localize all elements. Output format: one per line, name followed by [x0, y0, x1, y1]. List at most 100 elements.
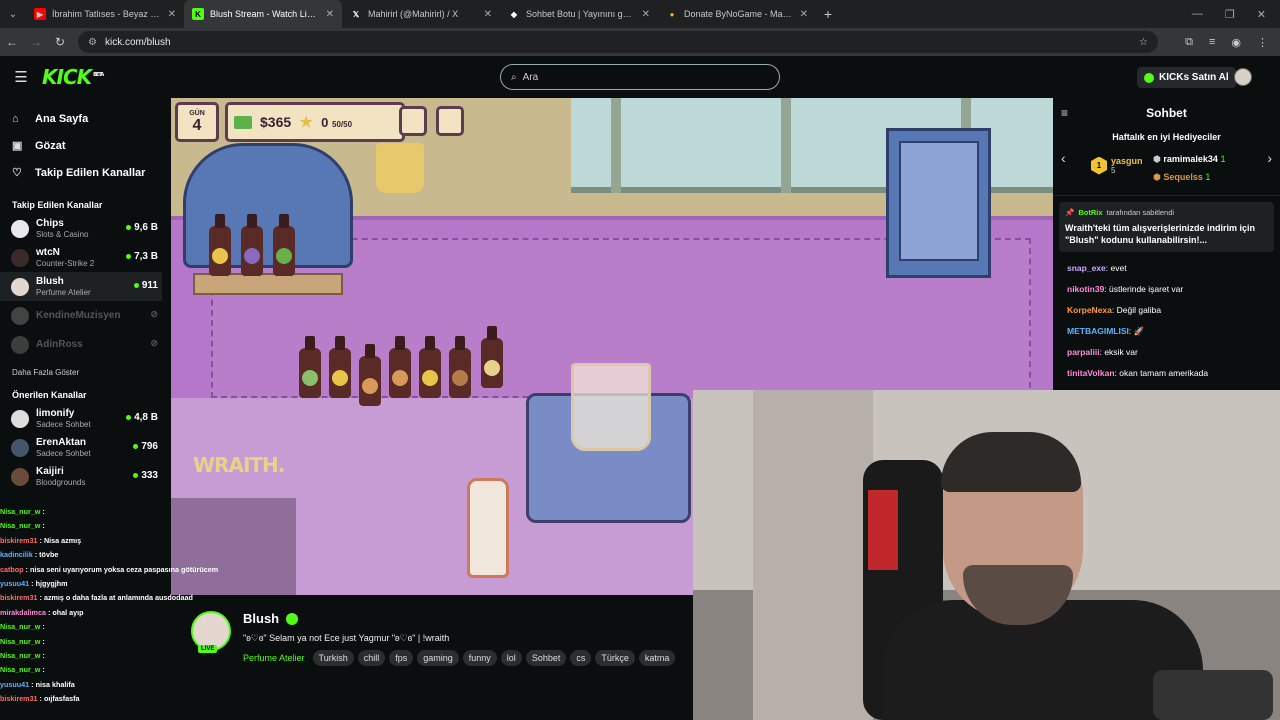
stream-title: "ʚ♡ɞ" Selam ya not Ece just Yagmur "ʚ♡ɞ"…	[243, 633, 450, 643]
forward-icon[interactable]: →	[24, 35, 48, 49]
essence-bottle[interactable]	[329, 336, 351, 398]
search-input[interactable]: ⌕ Ara	[500, 64, 780, 90]
chevron-right-icon[interactable]: ›	[1267, 150, 1272, 166]
browser-tab-botrix[interactable]: ◆Sohbet Botu | Yayınını güçlendir✕	[500, 0, 658, 28]
sidebar-channel-kaijiri[interactable]: Kaijiri Bloodgrounds 333	[0, 462, 170, 491]
chat-message: parpaliii: eksik var	[1067, 347, 1138, 357]
browser-toolbar: ⧉ ≡ ◉ ⋮	[1185, 36, 1280, 49]
tag-chip[interactable]: fps	[389, 650, 414, 666]
kick-logo[interactable]: KICK BETA	[42, 65, 104, 89]
essence-bottle[interactable]	[449, 336, 471, 398]
close-tab-icon[interactable]: ✕	[168, 9, 176, 20]
sidebar-channel-kendinemuzisyen[interactable]: KendineMuzisyen ⊘	[0, 301, 170, 330]
browser-tab-kick[interactable]: KBlush Stream - Watch Live on Kick✕	[184, 0, 342, 28]
reputation-star-icon	[299, 115, 313, 128]
tag-chip[interactable]: cs	[570, 650, 592, 666]
sidebar-channel-wtcn[interactable]: wtcN Counter-Strike 2 7,3 B	[0, 243, 170, 272]
essence-bottle[interactable]	[419, 336, 441, 398]
url-field[interactable]: ⚙ kick.com/blush ☆	[78, 31, 1158, 53]
heart-icon: ♡	[12, 167, 22, 179]
overlay-chat-line: Nisa_nur_w :	[0, 665, 45, 675]
tag-chip[interactable]: Turkish	[312, 650, 354, 666]
game-shop-button[interactable]	[436, 106, 464, 136]
browser-tab-youtube[interactable]: ▶İbrahim Tatlıses - Beyaz Mendil✕	[26, 0, 184, 28]
essence-bottle[interactable]	[241, 214, 263, 276]
essence-bottle[interactable]	[481, 326, 503, 388]
essence-bottle[interactable]	[273, 214, 295, 276]
sidebar-channel-chips[interactable]: Chips Slots & Casino 9,6 B	[0, 214, 170, 243]
minimize-icon[interactable]: —	[1192, 8, 1203, 21]
nav-browse[interactable]: ▣ Gözat	[0, 132, 170, 159]
avatar	[11, 335, 29, 354]
tag-chip[interactable]: lol	[500, 650, 522, 666]
bronze-medal-icon: ⬢	[1153, 172, 1161, 182]
tag-chip[interactable]: gaming	[417, 650, 459, 666]
hamburger-menu-icon[interactable]: ☰	[0, 68, 42, 86]
new-tab-button[interactable]: +	[816, 6, 840, 22]
tab-search-icon[interactable]: ⌄	[0, 0, 26, 28]
game-plant-pot	[376, 143, 424, 193]
tag-chip[interactable]: katma	[638, 650, 676, 666]
tag-chip[interactable]: Sohbet	[525, 650, 567, 666]
chevron-left-icon[interactable]: ‹	[1061, 150, 1066, 166]
nav-home[interactable]: ⌂ Ana Sayfa	[0, 105, 170, 132]
game-squeeze-bottle[interactable]	[467, 478, 509, 578]
chat-title: Sohbet	[1146, 106, 1187, 120]
chat-message: snap_exe: evet	[1067, 263, 1127, 273]
bookmark-star-icon[interactable]: ☆	[1139, 37, 1148, 48]
restore-icon[interactable]: ❐	[1225, 8, 1235, 21]
media-icon[interactable]: ≡	[1209, 36, 1215, 49]
close-tab-icon[interactable]: ✕	[800, 9, 808, 20]
search-icon: ⌕	[511, 71, 517, 83]
tag-chip[interactable]: chill	[357, 650, 386, 666]
overlay-chat-line: biskirem31 : azmış o daha fazla at anlam…	[0, 593, 193, 603]
chat-message: nikotin39: üstlerinde işaret var	[1067, 284, 1184, 294]
essence-bottle[interactable]	[359, 344, 381, 406]
stream-tags: Perfume Atelier Turkish chill fps gaming…	[243, 650, 676, 666]
profile-icon[interactable]: ◉	[1231, 36, 1241, 49]
window-controls: — ❐ ✕	[1192, 8, 1280, 21]
game-notes-button[interactable]	[399, 106, 427, 136]
essence-bottle[interactable]	[209, 214, 231, 276]
silver-medal-icon: ⬢	[1153, 154, 1161, 164]
game-beaker[interactable]	[571, 363, 651, 451]
avatar	[11, 409, 29, 428]
tag-chip[interactable]: funny	[462, 650, 497, 666]
close-tab-icon[interactable]: ✕	[642, 9, 650, 20]
show-more-link[interactable]: Daha Fazla Göster	[0, 359, 170, 386]
live-dot-icon	[133, 473, 139, 478]
youtube-icon: ▶	[34, 8, 46, 20]
essence-bottle[interactable]	[389, 336, 411, 398]
site-info-icon[interactable]: ⚙	[88, 37, 97, 48]
back-icon[interactable]: ←	[0, 35, 24, 49]
gifter-third: ⬢ Sequelss 1	[1153, 172, 1211, 182]
game-day-counter: GÜN 4	[175, 102, 219, 142]
collapse-chat-icon[interactable]: ≡	[1061, 106, 1068, 120]
sidebar-channel-adinross[interactable]: AdinRoss ⊘	[0, 330, 170, 359]
overlay-chat-line: Nisa_nur_w :	[0, 651, 45, 661]
essence-bottle[interactable]	[299, 336, 321, 398]
user-avatar[interactable]	[1234, 68, 1252, 86]
menu-kebab-icon[interactable]: ⋮	[1257, 36, 1268, 49]
avatar	[11, 219, 29, 238]
close-tab-icon[interactable]: ✕	[484, 9, 492, 20]
browse-icon: ▣	[12, 140, 23, 152]
webcam-overlay	[693, 390, 1280, 720]
browser-tab-x[interactable]: 𝕏 Mahirirl (@Mahirirl) / X ✕	[342, 0, 500, 28]
extensions-icon[interactable]: ⧉	[1185, 36, 1193, 49]
sidebar-channel-limonify[interactable]: limonify Sadece Sohbet 4,8 B	[0, 404, 170, 433]
site-header: ☰ KICK BETA ⌕ Ara KICKs Satın Al	[0, 56, 1280, 98]
tag-chip[interactable]: Türkçe	[595, 650, 635, 666]
sidebar-channel-blush[interactable]: Blush Perfume Atelier 911	[0, 272, 162, 301]
avatar	[11, 306, 29, 325]
pinned-message[interactable]: 📌 BotRix tarafından sabitlendi Wraith'teki…	[1059, 202, 1274, 252]
reload-icon[interactable]: ↻	[48, 35, 72, 49]
browser-tab-bynogame[interactable]: ●Donate ByNoGame - Mahirirl D✕	[658, 0, 816, 28]
overlay-chat-line: Nisa_nur_w :	[0, 636, 45, 646]
close-window-icon[interactable]: ✕	[1257, 8, 1266, 21]
nav-following[interactable]: ♡ Takip Edilen Kanallar	[0, 159, 170, 186]
close-tab-icon[interactable]: ✕	[326, 9, 334, 20]
sidebar-channel-erenaktan[interactable]: ErenAktan Sadece Sohbet 796	[0, 433, 170, 462]
kick-icon: K	[192, 8, 204, 20]
buy-kicks-button[interactable]: KICKs Satın Al	[1137, 67, 1236, 88]
